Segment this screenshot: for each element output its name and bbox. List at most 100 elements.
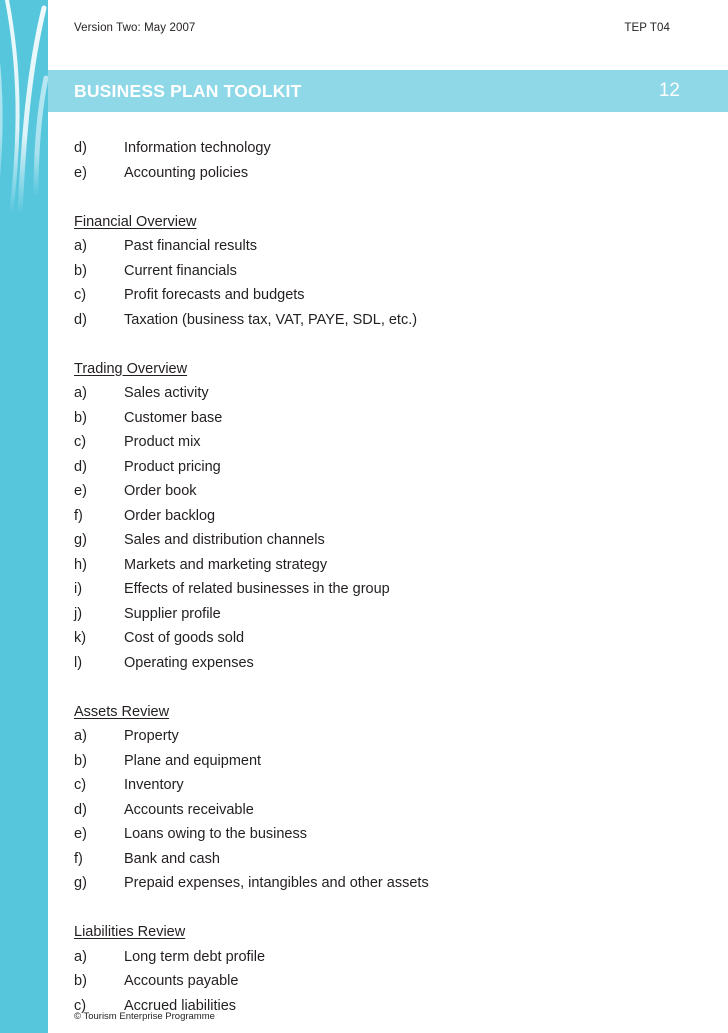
document-body: d) Information technology e) Accounting pol… [74, 136, 694, 1018]
outline-item-text: Markets and marketing strategy [124, 556, 328, 573]
outline-item: d) Product pricing [74, 455, 694, 480]
outline-item: b) Plane and equipment [74, 749, 694, 774]
title-band: BUSINESS PLAN TOOLKIT 12 [48, 70, 728, 112]
outline-item-text: Bank and cash [124, 850, 220, 867]
outline-item: a) Sales activity [74, 381, 694, 406]
outline-item-text: Sales activity [124, 385, 209, 401]
outline-item-text: Long term debt profile [124, 948, 266, 965]
outline-item: b) Current financials [74, 259, 694, 284]
outline-item: d) Information technology [74, 136, 694, 161]
outline-item-label: b) [74, 409, 87, 426]
outline-item-text: Customer base [124, 409, 223, 426]
outline-section: Financial Overview a) Past financial resul… [74, 210, 694, 333]
outline-item-label: b) [74, 973, 87, 989]
outline-item: d) Taxation (business tax, VAT, PAYE, SDL… [74, 308, 694, 333]
outline-item-label: d) [74, 801, 87, 818]
outline-item: k) Cost of goods sold [74, 626, 694, 651]
outline-item-text: Accounts payable [124, 973, 239, 989]
outline-item-text: Property [124, 728, 179, 744]
footer-copyright: © Tourism Enterprise Programme [74, 1011, 215, 1022]
section-heading-text: Financial Overview [74, 213, 197, 230]
outline-item-text: Inventory [124, 777, 184, 793]
outline-item-text: Profit forecasts and budgets [124, 287, 305, 303]
section-heading-text: Assets Review [74, 703, 170, 720]
section-heading: Trading Overview [74, 357, 694, 382]
outline-item-text: Effects of related businesses in the gro… [124, 581, 390, 597]
decorative-arc-right [33, 75, 48, 199]
outline-item-label: j) [74, 605, 83, 622]
outline-item-label: a) [74, 238, 87, 254]
outline-item-label: g) [74, 532, 87, 548]
outline-item: e) Accounting policies [74, 161, 694, 186]
outline-item-text: Supplier profile [124, 605, 221, 622]
page-title: BUSINESS PLAN TOOLKIT [74, 80, 302, 101]
outline-item-text: Taxation (business tax, VAT, PAYE, SDL, … [124, 311, 418, 328]
outline-item-label: d) [74, 458, 87, 475]
decorative-arc-left [4, 0, 20, 216]
decorative-arcs-graphic [0, 0, 48, 217]
outline-item-text: Loans owing to the business [124, 826, 307, 842]
outline-item-label: c) [74, 434, 87, 450]
outline-item: d) Accounts receivable [74, 798, 694, 823]
outline-item-label: c) [74, 287, 87, 303]
section-heading-text: Liabilities Review [74, 924, 186, 940]
outline-item-text: Product mix [124, 434, 201, 450]
outline-item-text: Information technology [124, 140, 271, 156]
section-heading: Liabilities Review [74, 920, 694, 945]
outline-item-label: a) [74, 728, 87, 744]
outline-item: i) Effects of related businesses in the g… [74, 577, 694, 602]
outline-section: Trading Overview a) Sales activity b) Custom… [74, 357, 694, 676]
outline-item: b) Customer base [74, 406, 694, 431]
outline-item-text: Accounting policies [124, 164, 249, 181]
outline-item-label: f) [74, 850, 83, 867]
section-heading: Financial Overview [74, 210, 694, 235]
outline-item-text: Cost of goods sold [124, 630, 245, 646]
outline-section: d) Information technology e) Accounting pol… [74, 136, 694, 185]
outline-item: c) Inventory [74, 773, 694, 798]
version-label: Version Two: May 2007 [74, 22, 196, 34]
document-code-label: TEP T04 [624, 22, 670, 34]
outline-item: g) Sales and distribution channels [74, 528, 694, 553]
outline-item-text: Order book [124, 483, 197, 499]
title-band-inner: BUSINESS PLAN TOOLKIT 12 [74, 70, 702, 112]
outline-item-text: Past financial results [124, 238, 257, 254]
outline-item-text: Plane and equipment [124, 752, 262, 769]
outline-item-text: Current financials [124, 262, 237, 279]
outline-item: a) Property [74, 724, 694, 749]
left-decorative-strip [0, 0, 48, 1033]
outline-item-label: d) [74, 311, 87, 328]
outline-item: e) Order book [74, 479, 694, 504]
running-head: Version Two: May 2007 TEP T04 [74, 22, 702, 40]
outline-item-text: Order backlog [124, 507, 216, 524]
outline-item-label: a) [74, 385, 87, 401]
outline-item: c) Profit forecasts and budgets [74, 283, 694, 308]
outline-item: e) Loans owing to the business [74, 822, 694, 847]
section-heading: Assets Review [74, 700, 694, 725]
section-heading-text: Trading Overview [74, 360, 188, 377]
outline-item-label: g) [74, 875, 87, 891]
outline-item: a) Long term debt profile [74, 945, 694, 970]
outline-item: h) Markets and marketing strategy [74, 553, 694, 578]
outline-item-label: a) [74, 948, 87, 965]
outline-item-label: e) [74, 164, 87, 181]
outline-item-label: i) [74, 581, 83, 597]
outline-item-label: f) [74, 507, 83, 524]
outline-item: g) Prepaid expenses, intangibles and othe… [74, 871, 694, 896]
outline-item-label: e) [74, 826, 87, 842]
outline-item: b) Accounts payable [74, 969, 694, 994]
outline-item-label: d) [74, 140, 87, 156]
outline-item: f) Order backlog [74, 504, 694, 529]
outline-item: c) Product mix [74, 430, 694, 455]
outline-item-label: l) [74, 654, 83, 671]
outline-item: f) Bank and cash [74, 847, 694, 872]
outline-section: Liabilities Review a) Long term debt profi… [74, 920, 694, 1018]
outline-item-text: Product pricing [124, 458, 221, 475]
outline-item: j) Supplier profile [74, 602, 694, 627]
outline-item-label: k) [74, 630, 87, 646]
outline-item-label: b) [74, 752, 87, 769]
outline-item: l) Operating expenses [74, 651, 694, 676]
outline-item-label: h) [74, 556, 87, 573]
outline-item-text: Prepaid expenses, intangibles and other … [124, 875, 429, 891]
outline-item-text: Sales and distribution channels [124, 532, 325, 548]
outline-item-text: Accounts receivable [124, 801, 254, 818]
